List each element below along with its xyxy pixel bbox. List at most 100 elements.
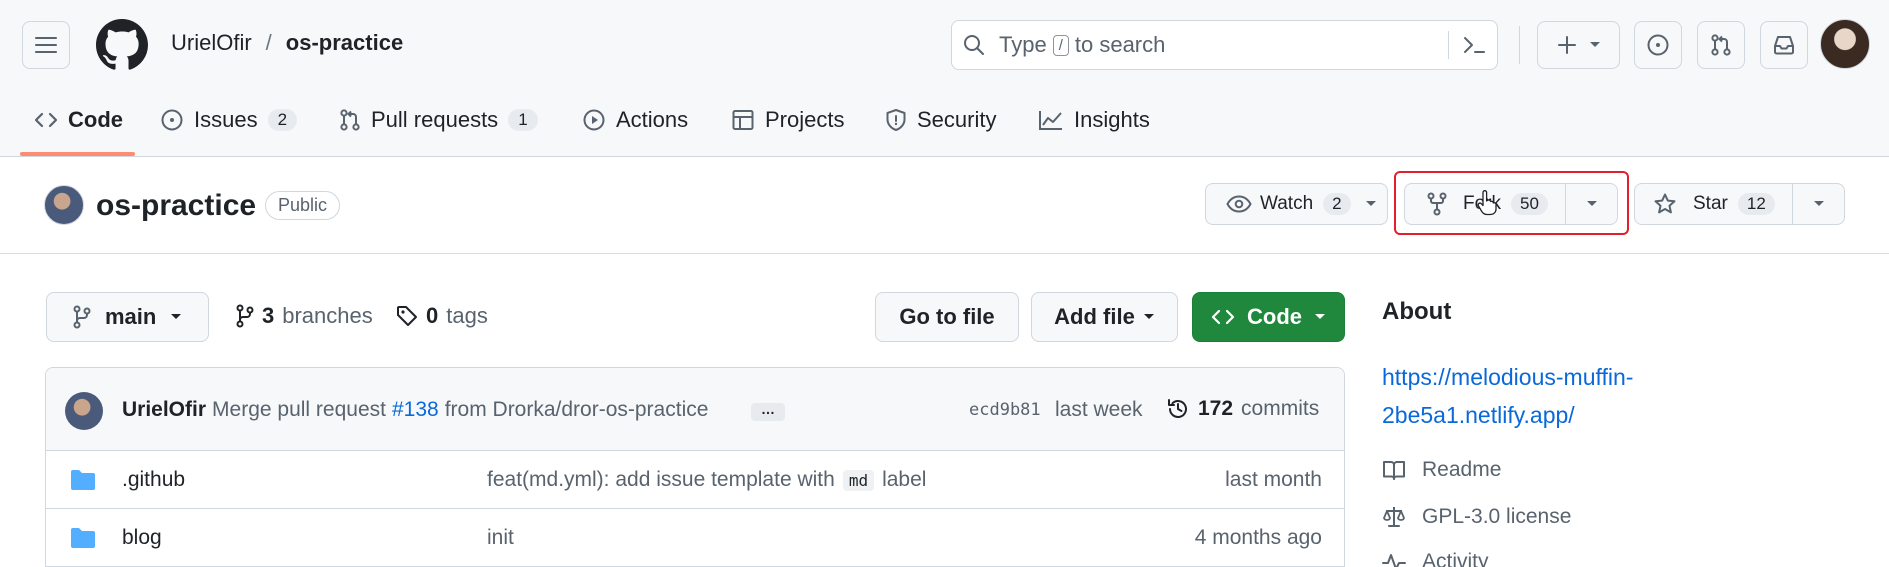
tab-projects[interactable]: Projects [731, 100, 844, 140]
file-name[interactable]: .github [122, 468, 185, 492]
repo-title[interactable]: os-practice [96, 189, 256, 223]
readme-link[interactable]: Readme [1382, 458, 1501, 482]
issue-opened-icon [161, 109, 183, 131]
visibility-badge: Public [265, 191, 341, 220]
shield-icon [886, 109, 906, 131]
branch-selector[interactable]: main [46, 292, 209, 342]
file-browser: UrielOfir Merge pull request #138 from D… [45, 367, 1345, 567]
commit-message[interactable]: Merge pull request [212, 398, 386, 422]
star-dropdown[interactable] [1792, 184, 1844, 224]
tab-code[interactable]: Code [34, 100, 123, 140]
tab-security[interactable]: Security [885, 100, 996, 140]
branches-count: 3 [262, 303, 275, 328]
hand-cursor-icon [1476, 190, 1498, 216]
issue-opened-icon [1647, 34, 1669, 56]
your-issues-button[interactable] [1634, 21, 1682, 69]
commit-author-avatar[interactable] [65, 392, 103, 430]
branches-link[interactable]: 3 branches [236, 303, 373, 329]
go-to-file-button[interactable]: Go to file [875, 292, 1019, 342]
tab-projects-label: Projects [765, 107, 845, 132]
watch-label: Watch [1260, 193, 1314, 214]
fork-highlight-box [1394, 171, 1629, 235]
commit-summary: UrielOfir Merge pull request #138 from D… [122, 398, 708, 422]
commit-pr-link[interactable]: #138 [392, 398, 439, 422]
breadcrumb: UrielOfir / os-practice [171, 30, 403, 56]
star-label: Star [1693, 193, 1728, 214]
commit-expand-button[interactable]: … [751, 402, 785, 421]
file-commit-message-text: init [487, 526, 514, 549]
commit-author[interactable]: UrielOfir [122, 398, 206, 422]
repo-owner-avatar[interactable] [44, 185, 84, 225]
plus-icon [1557, 36, 1576, 54]
add-file-button[interactable]: Add file [1031, 292, 1178, 342]
tab-actions[interactable]: Actions [582, 100, 688, 140]
tab-pull-requests-label: Pull requests [371, 107, 499, 132]
triangle-down-icon [1365, 201, 1376, 206]
star-icon [1654, 193, 1676, 214]
readme-label: Readme [1422, 458, 1502, 481]
file-commit-message[interactable]: feat(md.yml): add issue template with md… [487, 468, 926, 492]
file-name[interactable]: blog [122, 526, 162, 550]
license-link[interactable]: GPL-3.0 license [1382, 505, 1571, 529]
watch-button[interactable]: Watch 2 [1205, 183, 1388, 225]
git-branch-icon [73, 305, 91, 329]
file-commit-time: 4 months ago [1194, 526, 1322, 549]
tab-code-label: Code [68, 107, 123, 132]
repo-link[interactable]: os-practice [286, 30, 403, 56]
triangle-down-icon [1143, 314, 1154, 319]
star-button[interactable]: Star 12 [1634, 183, 1845, 225]
search-input[interactable]: Type / to search [951, 20, 1498, 70]
latest-commit-bar: UrielOfir Merge pull request #138 from D… [46, 368, 1344, 451]
notifications-button[interactable] [1760, 21, 1808, 69]
eye-icon [1226, 195, 1252, 213]
activity-link[interactable]: Activity [1382, 550, 1489, 567]
git-pull-request-icon [340, 109, 360, 131]
code-button-label: Code [1247, 304, 1302, 329]
tab-issues[interactable]: Issues 2 [160, 100, 298, 140]
commit-sha[interactable]: ecd9b81 [969, 400, 1041, 420]
add-file-label: Add file [1054, 304, 1135, 329]
search-icon [964, 35, 984, 55]
license-label: GPL-3.0 license [1422, 505, 1572, 528]
watch-count: 2 [1323, 193, 1351, 215]
user-avatar[interactable] [1820, 19, 1870, 69]
menu-button[interactable] [22, 21, 70, 69]
tab-security-label: Security [917, 107, 997, 132]
homepage-link[interactable]: https://melodious-muffin-2be5a1.netlify.… [1382, 358, 1712, 434]
commit-message-tail[interactable]: from Drorka/dror-os-practice [445, 398, 709, 422]
search-placeholder: Type / to search [999, 32, 1165, 58]
tags-label: tags [446, 303, 488, 328]
triangle-down-icon [171, 314, 182, 319]
file-commit-message[interactable]: init [487, 526, 514, 550]
tab-pull-requests[interactable]: Pull requests 1 [339, 100, 538, 140]
file-commit-time: last month [1225, 468, 1322, 491]
create-new-button[interactable] [1537, 21, 1620, 69]
branch-name: main [105, 304, 157, 329]
tab-pull-requests-count: 1 [508, 109, 538, 131]
command-palette-icon[interactable] [1462, 34, 1486, 56]
code-icon [1211, 309, 1235, 325]
table-icon [732, 110, 754, 130]
history-icon [1168, 399, 1187, 418]
triangle-down-icon [1315, 314, 1325, 319]
law-icon [1383, 507, 1405, 527]
github-logo-icon[interactable] [96, 19, 148, 71]
commit-time: last week [1055, 398, 1143, 421]
commit-count-label: commits [1241, 397, 1320, 420]
search-placeholder-after: to search [1074, 32, 1166, 57]
file-commit-message-code: md [842, 469, 875, 491]
search-divider [1448, 31, 1449, 59]
your-pull-requests-button[interactable] [1697, 21, 1745, 69]
git-pull-request-icon [1711, 34, 1731, 56]
file-commit-message-tail: label [882, 468, 927, 491]
code-button[interactable]: Code [1192, 292, 1345, 342]
tab-insights[interactable]: Insights [1038, 100, 1150, 140]
about-heading: About [1382, 298, 1452, 325]
book-icon [1383, 461, 1405, 480]
owner-link[interactable]: UrielOfir [171, 30, 252, 56]
tag-icon [397, 306, 417, 326]
code-icon [34, 112, 58, 128]
pulse-icon [1382, 554, 1406, 567]
tags-link[interactable]: 0 tags [396, 303, 488, 329]
commit-history-link[interactable]: 172 commits [1166, 397, 1319, 421]
